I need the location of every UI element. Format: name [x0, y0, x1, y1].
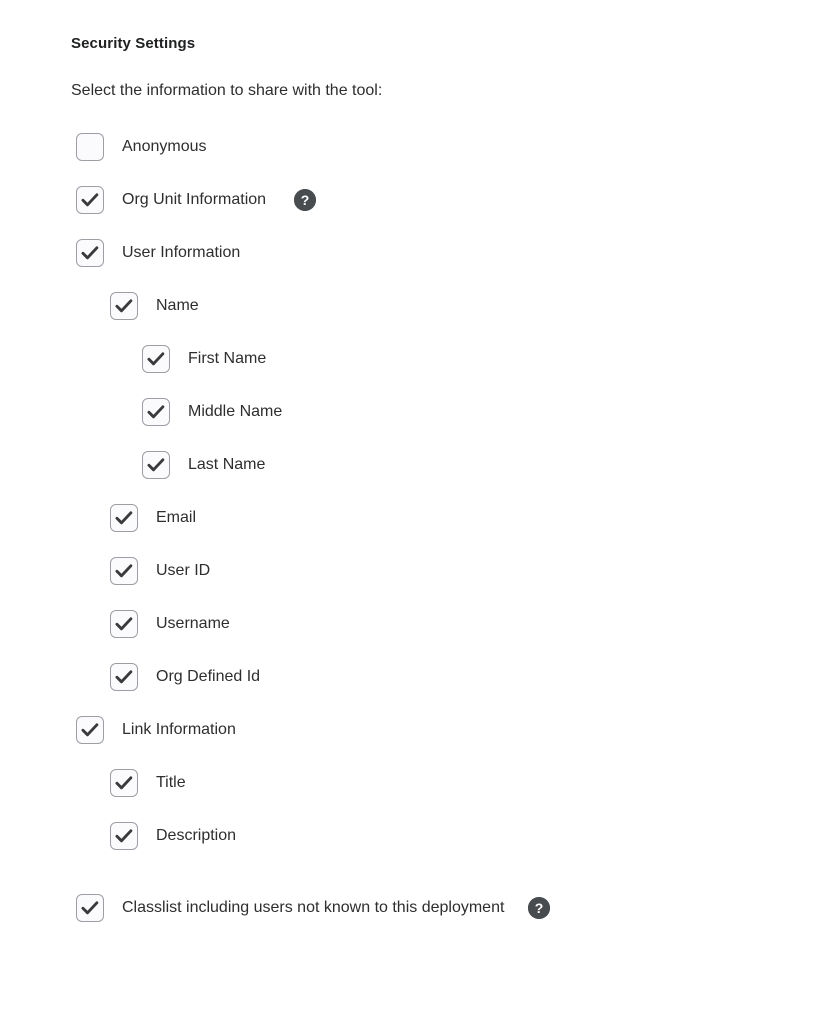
- checkbox-row-user-id[interactable]: User ID: [0, 544, 836, 597]
- svg-text:?: ?: [535, 900, 544, 916]
- checkbox-last-name[interactable]: [142, 450, 170, 479]
- security-settings-panel: Security Settings Select the information…: [0, 0, 836, 1010]
- checkbox-middle-name[interactable]: [142, 397, 170, 426]
- checkbox-title[interactable]: [110, 768, 138, 797]
- page-title: Security Settings: [71, 35, 196, 52]
- checkbox-username[interactable]: [110, 609, 138, 638]
- checkbox-row-description[interactable]: Description: [0, 809, 836, 862]
- help-icon-org-unit-info[interactable]: ?: [294, 188, 317, 211]
- checkbox-row-org-unit-info[interactable]: Org Unit Information?: [0, 173, 836, 226]
- checkbox-label-description: Description: [156, 826, 237, 844]
- svg-text:?: ?: [301, 192, 310, 208]
- section-description: Select the information to share with the…: [71, 82, 383, 99]
- checkbox-row-middle-name[interactable]: Middle Name: [0, 385, 836, 438]
- checkbox-row-email[interactable]: Email: [0, 491, 836, 544]
- checkbox-label-title: Title: [156, 773, 186, 791]
- checkbox-link-info[interactable]: [76, 715, 104, 744]
- checkbox-label-classlist: Classlist including users not known to t…: [122, 898, 505, 916]
- help-icon-classlist[interactable]: ?: [528, 896, 551, 919]
- checkbox-user-info[interactable]: [76, 238, 104, 267]
- checkbox-row-last-name[interactable]: Last Name: [0, 438, 836, 491]
- checkbox-label-link-info: Link Information: [122, 720, 236, 738]
- checkbox-label-user-id: User ID: [156, 561, 211, 579]
- checkbox-row-classlist[interactable]: Classlist including users not known to t…: [0, 881, 836, 934]
- checkbox-row-name[interactable]: Name: [0, 279, 836, 332]
- checkbox-label-middle-name: Middle Name: [188, 402, 283, 420]
- checkbox-row-link-info[interactable]: Link Information: [0, 703, 836, 756]
- checkbox-label-org-unit-info: Org Unit Information: [122, 190, 267, 208]
- checkbox-row-org-defined-id[interactable]: Org Defined Id: [0, 650, 836, 703]
- checkbox-label-email: Email: [156, 508, 197, 526]
- checkbox-row-username[interactable]: Username: [0, 597, 836, 650]
- checkbox-label-name: Name: [156, 296, 199, 314]
- checkbox-label-org-defined-id: Org Defined Id: [156, 667, 261, 685]
- checkbox-first-name[interactable]: [142, 344, 170, 373]
- checkbox-email[interactable]: [110, 503, 138, 532]
- checkbox-name[interactable]: [110, 291, 138, 320]
- checkbox-org-unit-info[interactable]: [76, 185, 104, 214]
- checkbox-label-username: Username: [156, 614, 230, 632]
- checkbox-label-user-info: User Information: [122, 243, 241, 261]
- checkbox-row-title[interactable]: Title: [0, 756, 836, 809]
- checkbox-anonymous[interactable]: [76, 132, 104, 161]
- checkbox-label-first-name: First Name: [188, 349, 267, 367]
- checkbox-org-defined-id[interactable]: [110, 662, 138, 691]
- security-settings-checklist: Anonymous Org Unit Information? User Infor…: [0, 120, 836, 934]
- checkbox-user-id[interactable]: [110, 556, 138, 585]
- checkbox-label-anonymous: Anonymous: [122, 137, 207, 155]
- checkbox-classlist[interactable]: [76, 893, 104, 922]
- checkbox-row-first-name[interactable]: First Name: [0, 332, 836, 385]
- checkbox-description[interactable]: [110, 821, 138, 850]
- checkbox-row-user-info[interactable]: User Information: [0, 226, 836, 279]
- checkbox-label-last-name: Last Name: [188, 455, 266, 473]
- checkbox-row-anonymous[interactable]: Anonymous: [0, 120, 836, 173]
